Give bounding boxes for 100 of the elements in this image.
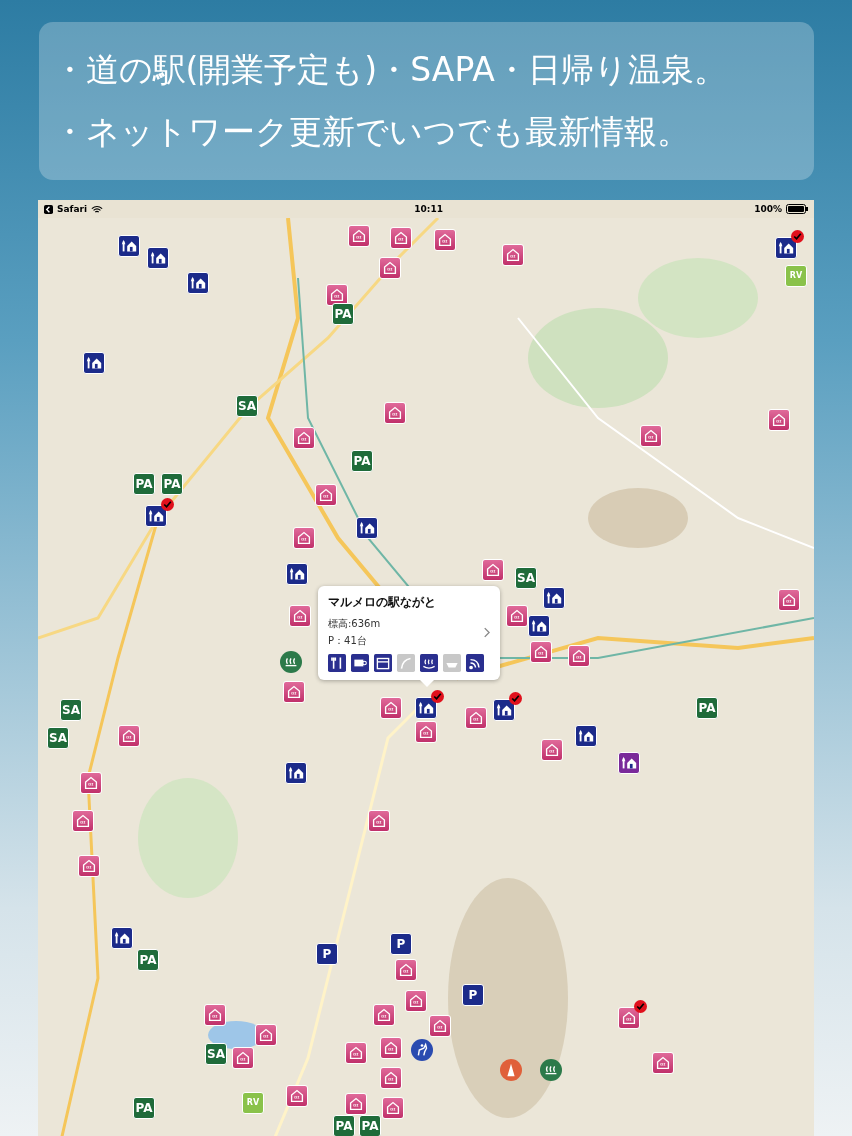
roadside-station-pin[interactable] — [83, 352, 105, 374]
parking-pin[interactable]: P — [462, 984, 484, 1006]
hot-spring-pin[interactable] — [286, 1085, 308, 1107]
parking-area-pin[interactable]: PA — [332, 303, 354, 325]
hot-spring-house-icon — [508, 607, 526, 625]
hot-spring-house-icon — [384, 1099, 402, 1117]
hot-spring-house-icon — [317, 486, 335, 504]
hot-spring-pin[interactable] — [293, 527, 315, 549]
hot-spring-house-icon — [780, 591, 798, 609]
hot-spring-house-icon — [206, 1006, 224, 1024]
hot-spring-pin[interactable] — [482, 559, 504, 581]
parking-pin[interactable]: P — [390, 933, 412, 955]
service-area-pin[interactable]: SA — [47, 727, 69, 749]
hot-spring-pin[interactable] — [345, 1093, 367, 1115]
parking-area-pin[interactable]: PA — [333, 1115, 355, 1136]
hot-spring-house-icon — [417, 723, 435, 741]
parking-area-pin[interactable]: PA — [351, 450, 373, 472]
hot-spring-house-icon — [328, 286, 346, 304]
parking-area-pin[interactable]: PA — [137, 949, 159, 971]
parking-area-pin[interactable]: PA — [359, 1115, 381, 1136]
roadside-station-pin[interactable] — [415, 697, 437, 719]
hot-spring-pin[interactable] — [204, 1004, 226, 1026]
hot-spring-pin[interactable] — [380, 697, 402, 719]
roadside-station-pin[interactable] — [528, 615, 550, 637]
hot-spring-pin[interactable] — [395, 959, 417, 981]
parking-area-pin[interactable]: PA — [133, 1097, 155, 1119]
callout-pointer — [419, 679, 435, 687]
roadside-station-pin[interactable] — [285, 762, 307, 784]
hot-spring-house-icon — [386, 404, 404, 422]
back-icon[interactable] — [44, 204, 53, 214]
hot-spring-pin[interactable] — [255, 1024, 277, 1046]
hot-spring-pin[interactable] — [379, 257, 401, 279]
hot-spring-pin[interactable] — [80, 772, 102, 794]
hot-spring-house-icon — [82, 774, 100, 792]
hot-spring-pin[interactable] — [618, 1007, 640, 1029]
hot-spring-pin[interactable] — [78, 855, 100, 877]
hot-spring-house-icon — [620, 1009, 638, 1027]
hot-spring-house-icon — [295, 529, 313, 547]
roadside-station-pin[interactable] — [543, 587, 565, 609]
battery-percent: 100% — [754, 204, 782, 214]
hot-spring-pin[interactable] — [778, 589, 800, 611]
parking-pin[interactable]: P — [316, 943, 338, 965]
hot-spring-house-icon — [382, 699, 400, 717]
hot-spring-pin[interactable] — [768, 409, 790, 431]
parking-area-pin[interactable]: PA — [161, 473, 183, 495]
hot-spring-pin[interactable] — [283, 681, 305, 703]
roadside-station-pin[interactable] — [145, 505, 167, 527]
hot-spring-house-icon — [291, 607, 309, 625]
roadside-station-pin[interactable] — [286, 563, 308, 585]
hot-spring-pin[interactable] — [541, 739, 563, 761]
roadside-station-pin[interactable] — [575, 725, 597, 747]
roadside-station-pin[interactable] — [187, 272, 209, 294]
hot-spring-pin[interactable] — [465, 707, 487, 729]
roadside-station-pin[interactable] — [111, 927, 133, 949]
hot-spring-pin[interactable] — [232, 1047, 254, 1069]
roadside-station-pin[interactable] — [147, 247, 169, 269]
hot-spring-pin[interactable] — [289, 605, 311, 627]
hot-spring-pin[interactable] — [345, 1042, 367, 1064]
service-area-pin[interactable]: SA — [205, 1043, 227, 1065]
hot-spring-pin[interactable] — [382, 1097, 404, 1119]
hot-spring-pin[interactable] — [380, 1067, 402, 1089]
hot-spring-pin[interactable] — [380, 1037, 402, 1059]
roadside-station-pin[interactable] — [118, 235, 140, 257]
service-area-pin[interactable]: SA — [60, 699, 82, 721]
hot-spring-pin[interactable] — [384, 402, 406, 424]
hot-spring-pin[interactable] — [640, 425, 662, 447]
hot-spring-pin[interactable] — [502, 244, 524, 266]
hot-spring-pin[interactable] — [506, 605, 528, 627]
hot-spring-pin[interactable] — [390, 227, 412, 249]
hot-spring-house-icon — [257, 1026, 275, 1044]
hot-spring-house-icon — [504, 246, 522, 264]
hot-spring-house-icon — [484, 561, 502, 579]
hot-spring-pin[interactable] — [72, 810, 94, 832]
hot-spring-house-icon — [642, 427, 660, 445]
hot-spring-pin[interactable] — [415, 721, 437, 743]
roadside-station-pin[interactable] — [775, 237, 797, 259]
hot-spring-pin[interactable] — [405, 990, 427, 1012]
hot-spring-pin[interactable] — [293, 427, 315, 449]
hot-spring-pin[interactable] — [368, 810, 390, 832]
hot-spring-pin[interactable] — [429, 1015, 451, 1037]
roadside-station-pin[interactable] — [618, 752, 640, 774]
service-area-pin[interactable]: SA — [515, 567, 537, 589]
hot-spring-pin[interactable] — [315, 484, 337, 506]
hot-spring-pin[interactable] — [530, 641, 552, 663]
hot-spring-pin[interactable] — [348, 225, 370, 247]
hot-spring-pin[interactable] — [652, 1052, 674, 1074]
parking-area-pin[interactable]: PA — [133, 473, 155, 495]
roadside-station-pin[interactable] — [493, 699, 515, 721]
check-badge-icon — [634, 1000, 647, 1013]
hot-spring-pin[interactable] — [326, 284, 348, 306]
hot-spring-pin[interactable] — [434, 229, 456, 251]
back-app-label[interactable]: Safari — [57, 204, 88, 214]
hot-spring-pin[interactable] — [373, 1004, 395, 1026]
chevron-right-icon[interactable] — [483, 627, 490, 638]
hot-spring-house-icon — [570, 647, 588, 665]
service-area-pin[interactable]: SA — [236, 395, 258, 417]
roadside-station-pin[interactable] — [356, 517, 378, 539]
hot-spring-pin[interactable] — [568, 645, 590, 667]
hot-spring-pin[interactable] — [118, 725, 140, 747]
parking-area-pin[interactable]: PA — [696, 697, 718, 719]
